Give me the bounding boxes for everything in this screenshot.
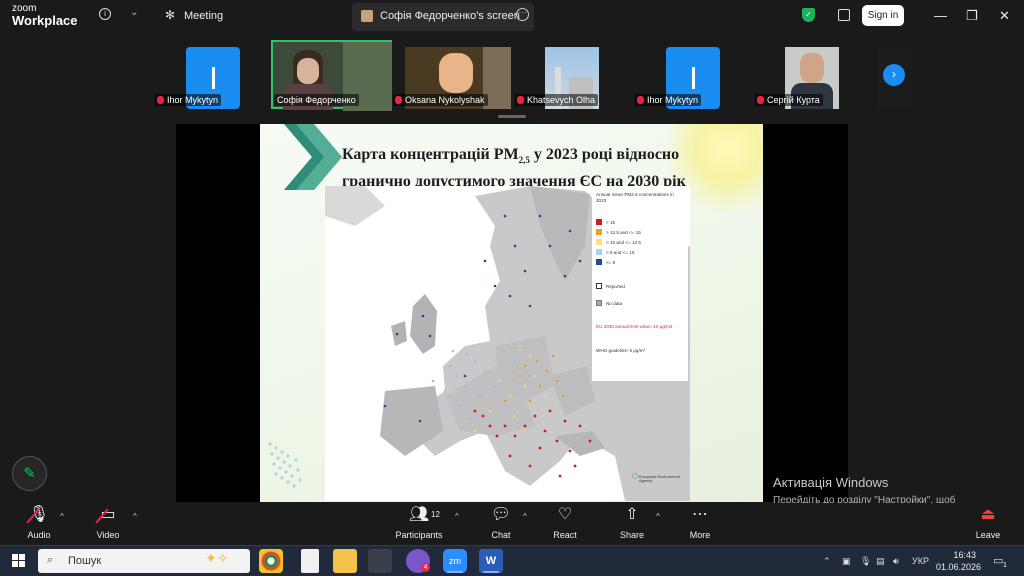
eea-logo-icon bbox=[632, 473, 638, 479]
legend-swatch bbox=[596, 249, 602, 255]
meeting-label[interactable]: Meeting bbox=[184, 10, 223, 22]
slide-title: Карта концентрацій PM2,5 у 2023 році від… bbox=[342, 146, 686, 191]
sharer-avatar bbox=[361, 10, 373, 22]
participants-count: 12 bbox=[431, 510, 440, 519]
info-icon[interactable]: i bbox=[99, 8, 111, 20]
participants-button[interactable]: 👥︎ Participants bbox=[384, 505, 454, 540]
file-explorer-icon[interactable] bbox=[333, 549, 357, 573]
legend-title: Annual mean PM2.5 concentrations in 2023 bbox=[596, 192, 674, 203]
legend-label: > 15 bbox=[606, 220, 616, 225]
chevron-down-icon[interactable]: ⌄ bbox=[130, 7, 138, 18]
participant-name: Oksana Nykolyshak bbox=[393, 94, 488, 106]
agency-label: European Environment Agency bbox=[639, 474, 680, 484]
taskbar-search-placeholder: Пошук bbox=[68, 555, 102, 567]
react-button[interactable]: ♡ React bbox=[530, 505, 600, 540]
app-logo-bottom: Workplace bbox=[12, 13, 78, 28]
sign-in-button[interactable]: Sign in bbox=[862, 5, 904, 26]
notifications-count: 1 bbox=[1003, 562, 1007, 569]
participant-name: Ihor Mykytyn bbox=[635, 94, 702, 106]
chevron-decoration bbox=[284, 124, 342, 190]
resize-handle[interactable] bbox=[498, 115, 526, 118]
share-button[interactable]: ⇧ Share bbox=[597, 505, 667, 540]
legend-label: <= 5 bbox=[606, 260, 616, 265]
mic-muted-icon bbox=[395, 96, 402, 104]
active-app-indicator bbox=[447, 571, 463, 573]
paw-icon: ✻ bbox=[165, 8, 176, 22]
legend-label: > 5 and <= 10 bbox=[606, 250, 635, 255]
language-indicator[interactable]: УКР bbox=[912, 556, 929, 566]
activation-watermark-title: Активація Windows bbox=[773, 475, 889, 490]
audio-options-caret[interactable]: ^ bbox=[60, 512, 64, 521]
search-icon: ⌕ bbox=[47, 554, 54, 566]
more-icon: ⋯ bbox=[692, 506, 708, 523]
audio-button[interactable]: 🎙︎ Audio bbox=[4, 505, 74, 540]
legend-swatch bbox=[596, 239, 602, 245]
legend-swatch bbox=[596, 283, 602, 289]
shield-icon[interactable]: ✓ bbox=[802, 8, 815, 22]
legend-label: > 10 and <= 12.5 bbox=[606, 240, 641, 245]
pm25-map: Annual mean PM2.5 concentrations in 2023… bbox=[325, 186, 690, 501]
notifications-icon[interactable]: ▭ bbox=[993, 554, 1003, 567]
mic-muted-icon bbox=[757, 96, 764, 104]
legend-swatch bbox=[596, 259, 602, 265]
restore-icon[interactable]: ❐ bbox=[966, 8, 978, 24]
leave-icon: ⏏ bbox=[980, 506, 996, 523]
windows-start-icon[interactable] bbox=[12, 554, 25, 567]
copilot-sparkle-icon[interactable]: ✦✧ bbox=[205, 550, 228, 567]
legend-label: Reported bbox=[606, 284, 625, 289]
legend-label: No data bbox=[606, 301, 623, 306]
share-tab-label: Софія Федорченко's screen bbox=[380, 10, 520, 22]
tray-overflow-icon[interactable]: ⌃ bbox=[823, 556, 831, 567]
legend-eu-limit: EU 2030 annual limit value: 10 μg/m3 bbox=[596, 324, 673, 329]
mic-muted-icon bbox=[517, 96, 524, 104]
calculator-icon[interactable] bbox=[368, 549, 392, 573]
legend-swatch bbox=[596, 219, 602, 225]
share-options-caret[interactable]: ^ bbox=[656, 512, 660, 521]
legend-swatch bbox=[596, 300, 602, 306]
participants-options-caret[interactable]: ^ bbox=[455, 512, 459, 521]
clock-date: 01.06.2026 bbox=[936, 562, 982, 572]
map-legend: Annual mean PM2.5 concentrations in 2023… bbox=[592, 188, 688, 381]
participant-name: Сергій Курта bbox=[755, 94, 823, 106]
word-icon[interactable]: W bbox=[479, 549, 503, 573]
layout-icon[interactable] bbox=[838, 9, 850, 21]
annotate-pen-button[interactable]: ✎ bbox=[12, 456, 47, 491]
file-icon[interactable] bbox=[301, 549, 319, 573]
avatar-initial bbox=[692, 67, 695, 89]
tray-app-icon[interactable]: ▣ bbox=[842, 556, 851, 567]
minimize-icon[interactable]: — bbox=[934, 8, 947, 23]
heart-icon: ♡ bbox=[557, 506, 573, 523]
legend-who-guideline: WHO guideline: 5 μg/m³ bbox=[596, 348, 646, 353]
avatar-initial bbox=[212, 67, 215, 89]
participants-icon: 👥︎ bbox=[408, 506, 430, 523]
chrome-icon[interactable] bbox=[259, 549, 283, 573]
legend-swatch bbox=[596, 229, 602, 235]
zoom-icon[interactable]: zm bbox=[443, 549, 467, 573]
viber-badge: 4 bbox=[421, 563, 430, 572]
mic-muted-icon bbox=[637, 96, 644, 104]
leave-button[interactable]: ⏏ Leave bbox=[953, 505, 1023, 540]
chat-options-caret[interactable]: ^ bbox=[523, 512, 527, 521]
participant-name: Софія Федорченко bbox=[274, 94, 359, 106]
mic-muted-icon bbox=[157, 96, 164, 104]
network-icon[interactable]: ▤ bbox=[876, 556, 885, 567]
participant-name: Khatsevych Olha bbox=[515, 94, 599, 106]
volume-icon[interactable]: 🔊︎ bbox=[893, 556, 899, 567]
participant-name: Ihor Mykytyn bbox=[155, 94, 222, 106]
legend-label: > 12.5 and <= 15 bbox=[606, 230, 641, 235]
active-app-indicator bbox=[483, 571, 499, 573]
microphone-icon[interactable]: 🎙︎ bbox=[860, 556, 871, 567]
more-button[interactable]: ⋯ More bbox=[665, 505, 735, 540]
clock-time: 16:43 bbox=[953, 550, 976, 560]
more-options-icon[interactable]: ··· bbox=[516, 8, 529, 21]
gallery-next-button[interactable]: › bbox=[883, 64, 905, 86]
chat-button[interactable]: 💬︎ Chat bbox=[466, 505, 536, 540]
video-button[interactable]: ▭ Video bbox=[73, 505, 143, 540]
video-options-caret[interactable]: ^ bbox=[133, 512, 137, 521]
taskbar-clock[interactable]: 16:43 01.06.2026 bbox=[936, 549, 981, 573]
close-icon[interactable]: ✕ bbox=[999, 8, 1010, 24]
